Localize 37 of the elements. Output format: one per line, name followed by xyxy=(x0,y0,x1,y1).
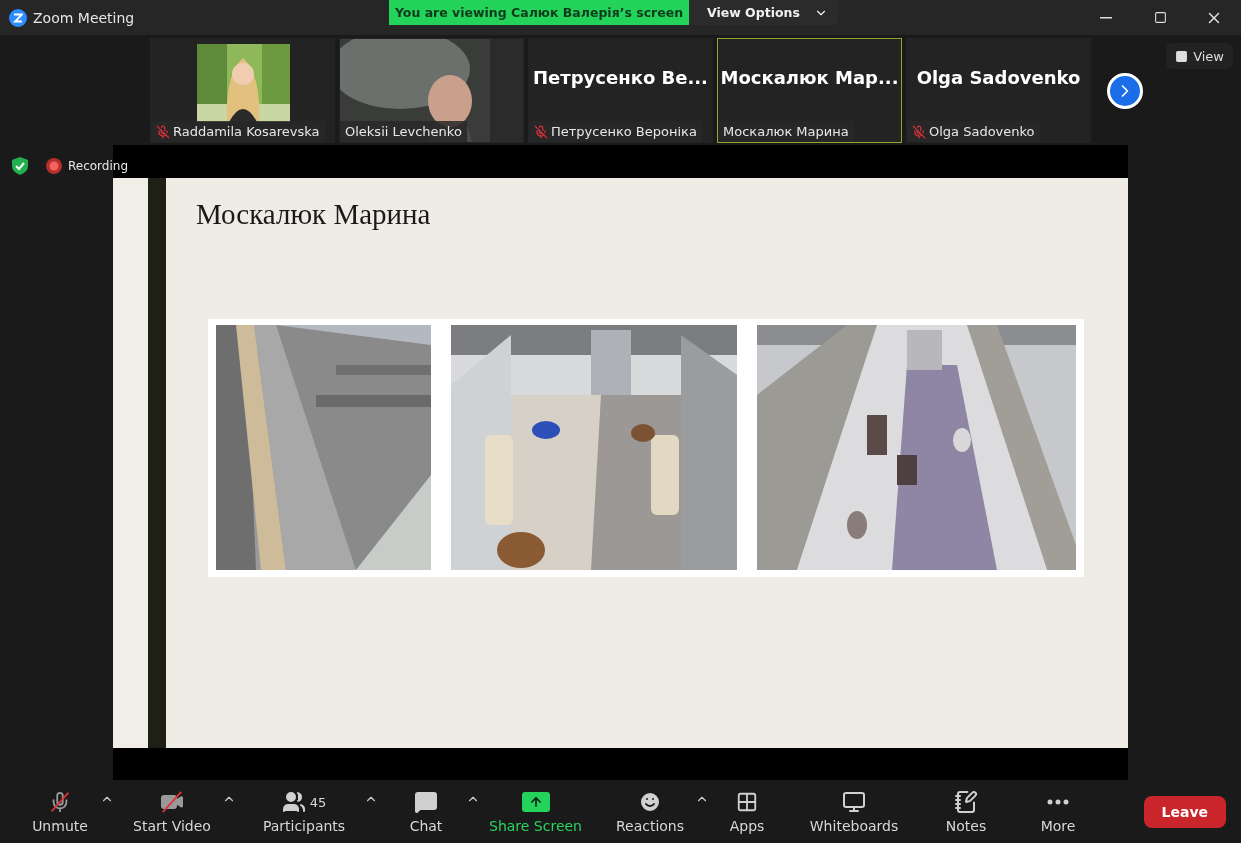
participant-display-name: Москалюк Мар... xyxy=(720,67,899,88)
participant-tile[interactable]: Oleksii Levchenko xyxy=(339,38,524,143)
screen-share-banner: You are viewing Салюк Валерія’s screen xyxy=(389,0,689,25)
maximize-icon xyxy=(1153,11,1167,24)
recording-icon xyxy=(46,158,62,174)
toolbar-button[interactable]: Apps xyxy=(717,789,777,834)
view-options-button[interactable]: View Options xyxy=(689,0,838,25)
toolbar-button[interactable]: Share Screen xyxy=(488,789,583,834)
toolbar-button[interactable]: Start Video xyxy=(122,789,222,834)
participant-display-name: Петрусенко Ве... xyxy=(533,67,708,88)
participant-tile[interactable]: Петрусенко Ве... Петрусенко Вероніка xyxy=(528,38,713,143)
toolbar-button[interactable]: Chat xyxy=(386,789,466,834)
window-title: Zoom Meeting xyxy=(33,9,135,26)
toolbar-button[interactable]: 45 Participants xyxy=(244,789,364,834)
minimize-icon xyxy=(1100,16,1112,19)
participant-name: Olga Sadovenko xyxy=(929,124,1035,139)
toolbar-button[interactable]: More xyxy=(1023,789,1093,834)
toolbar-button[interactable]: Whiteboards xyxy=(799,789,909,834)
participant-name: Oleksii Levchenko xyxy=(345,124,462,139)
toolbar-button[interactable]: Unmute xyxy=(20,789,100,834)
recording-label: Recording xyxy=(68,159,129,173)
participant-count: 45 xyxy=(309,794,327,810)
participant-tile[interactable]: Raddamila Kosarevska xyxy=(150,38,335,143)
grid-icon xyxy=(1175,49,1189,63)
participant-name: Петрусенко Вероніка xyxy=(551,124,697,139)
participant-name: Москалюк Марина xyxy=(723,124,849,139)
toolbar-button[interactable]: Notes xyxy=(931,789,1001,834)
view-button[interactable]: View xyxy=(1166,43,1233,69)
slide-title: Москалюк Марина xyxy=(196,198,432,231)
participant-name: Raddamila Kosarevska xyxy=(173,124,320,139)
participant-display-name: Olga Sadovenko xyxy=(916,67,1081,88)
toolbar-button[interactable]: Reactions xyxy=(605,789,695,834)
leave-button[interactable]: Leave xyxy=(1143,795,1226,828)
participant-tile[interactable]: Olga Sadovenko Olga Sadovenko xyxy=(906,38,1091,143)
participant-tile[interactable]: Москалюк Мар... Москалюк Марина xyxy=(717,38,902,143)
next-page-button[interactable] xyxy=(1107,73,1143,109)
zoom-logo-icon xyxy=(9,8,27,27)
